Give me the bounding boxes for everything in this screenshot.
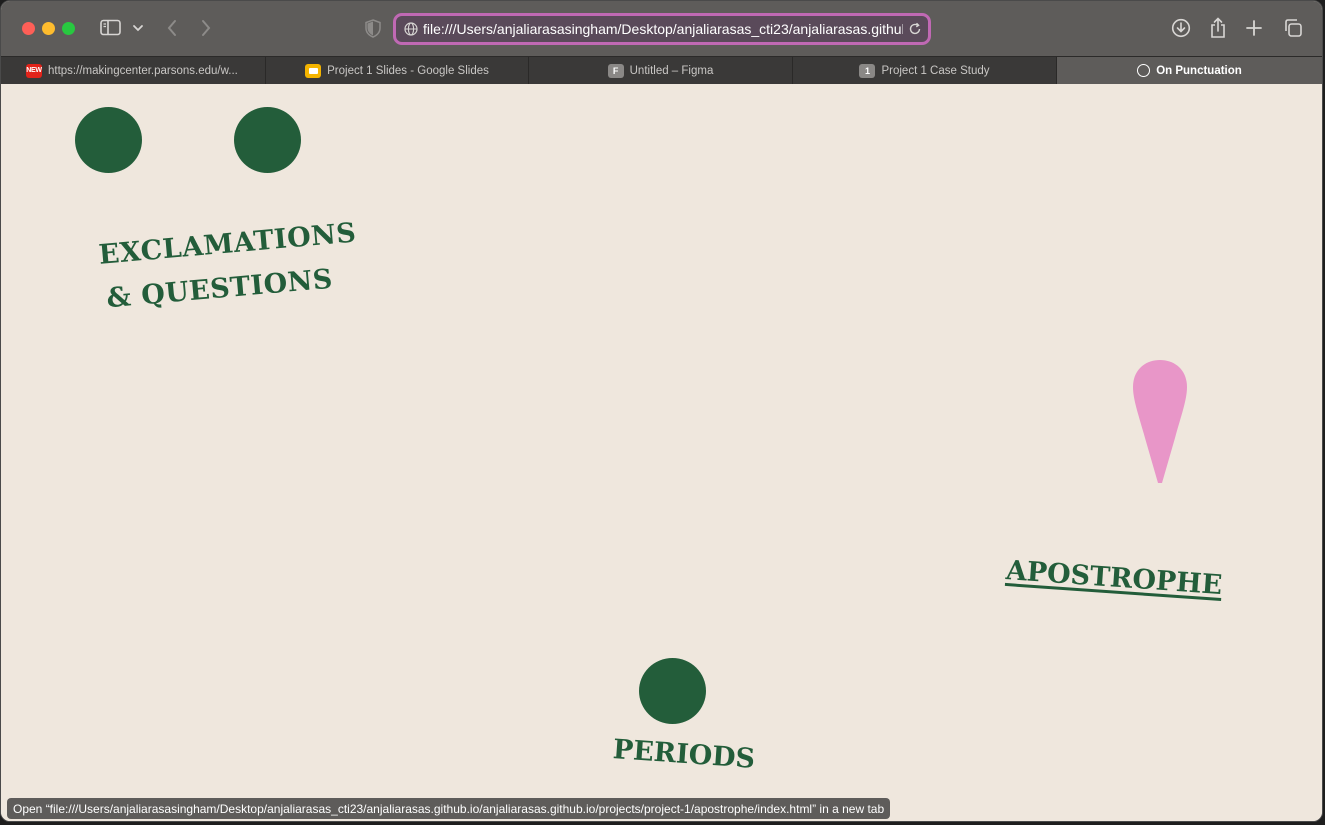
downloads-icon[interactable] [1170,17,1192,39]
tab-bar: NEW https://makingcenter.parsons.edu/w..… [1,56,1322,84]
reload-icon[interactable] [908,22,922,36]
tab-case-study[interactable]: 1 Project 1 Case Study [793,57,1057,84]
number-icon: 1 [859,63,876,78]
period-dot[interactable] [639,658,706,724]
tab-label: Project 1 Case Study [881,64,990,77]
url-text[interactable]: file:///Users/anjaliarasasingham/Desktop… [423,21,903,37]
forward-arrow-icon[interactable] [197,16,215,40]
minimize-window-button[interactable] [42,22,55,35]
colon-dot-right[interactable] [234,107,301,173]
back-arrow-icon[interactable] [163,16,181,40]
tab-label: Untitled – Figma [629,64,714,77]
apostrophe-drop-shape[interactable] [1131,360,1189,484]
google-slides-icon [305,63,322,78]
tab-label: https://makingcenter.parsons.edu/w... [48,64,238,77]
privacy-shield-icon[interactable] [364,18,382,38]
tab-overview-icon[interactable] [1282,17,1304,39]
sidebar-toggle-icon[interactable] [100,19,121,36]
compass-icon [1137,64,1151,77]
tab-figma[interactable]: F Untitled – Figma [529,57,793,84]
browser-toolbar: file:///Users/anjaliarasasingham/Desktop… [1,1,1322,56]
address-bar[interactable]: file:///Users/anjaliarasasingham/Desktop… [393,13,931,45]
close-window-button[interactable] [22,22,35,35]
share-icon[interactable] [1207,17,1229,39]
browser-window: file:///Users/anjaliarasasingham/Desktop… [0,0,1323,822]
tab-on-punctuation[interactable]: On Punctuation [1057,57,1322,84]
exclamations-questions-link[interactable]: EXCLAMATIONS & QUESTIONS [97,211,362,321]
new-badge-icon: NEW [26,63,42,78]
new-tab-icon[interactable] [1243,17,1265,39]
zoom-window-button[interactable] [62,22,75,35]
tab-label: On Punctuation [1156,64,1242,77]
page-content: EXCLAMATIONS & QUESTIONS APOSTROPHE PERI… [1,84,1322,821]
tab-label: Project 1 Slides - Google Slides [327,64,489,77]
tab-making-center[interactable]: NEW https://makingcenter.parsons.edu/w..… [1,57,266,84]
globe-icon [404,22,418,36]
colon-dot-left[interactable] [75,107,142,173]
chevron-down-icon[interactable] [131,19,145,36]
apostrophe-link[interactable]: APOSTROPHE [1005,555,1223,601]
figma-icon: F [607,63,624,78]
tab-google-slides[interactable]: Project 1 Slides - Google Slides [266,57,529,84]
status-bar: Open “file:///Users/anjaliarasasingham/D… [7,798,891,819]
periods-link[interactable]: PERIODS [612,734,756,775]
